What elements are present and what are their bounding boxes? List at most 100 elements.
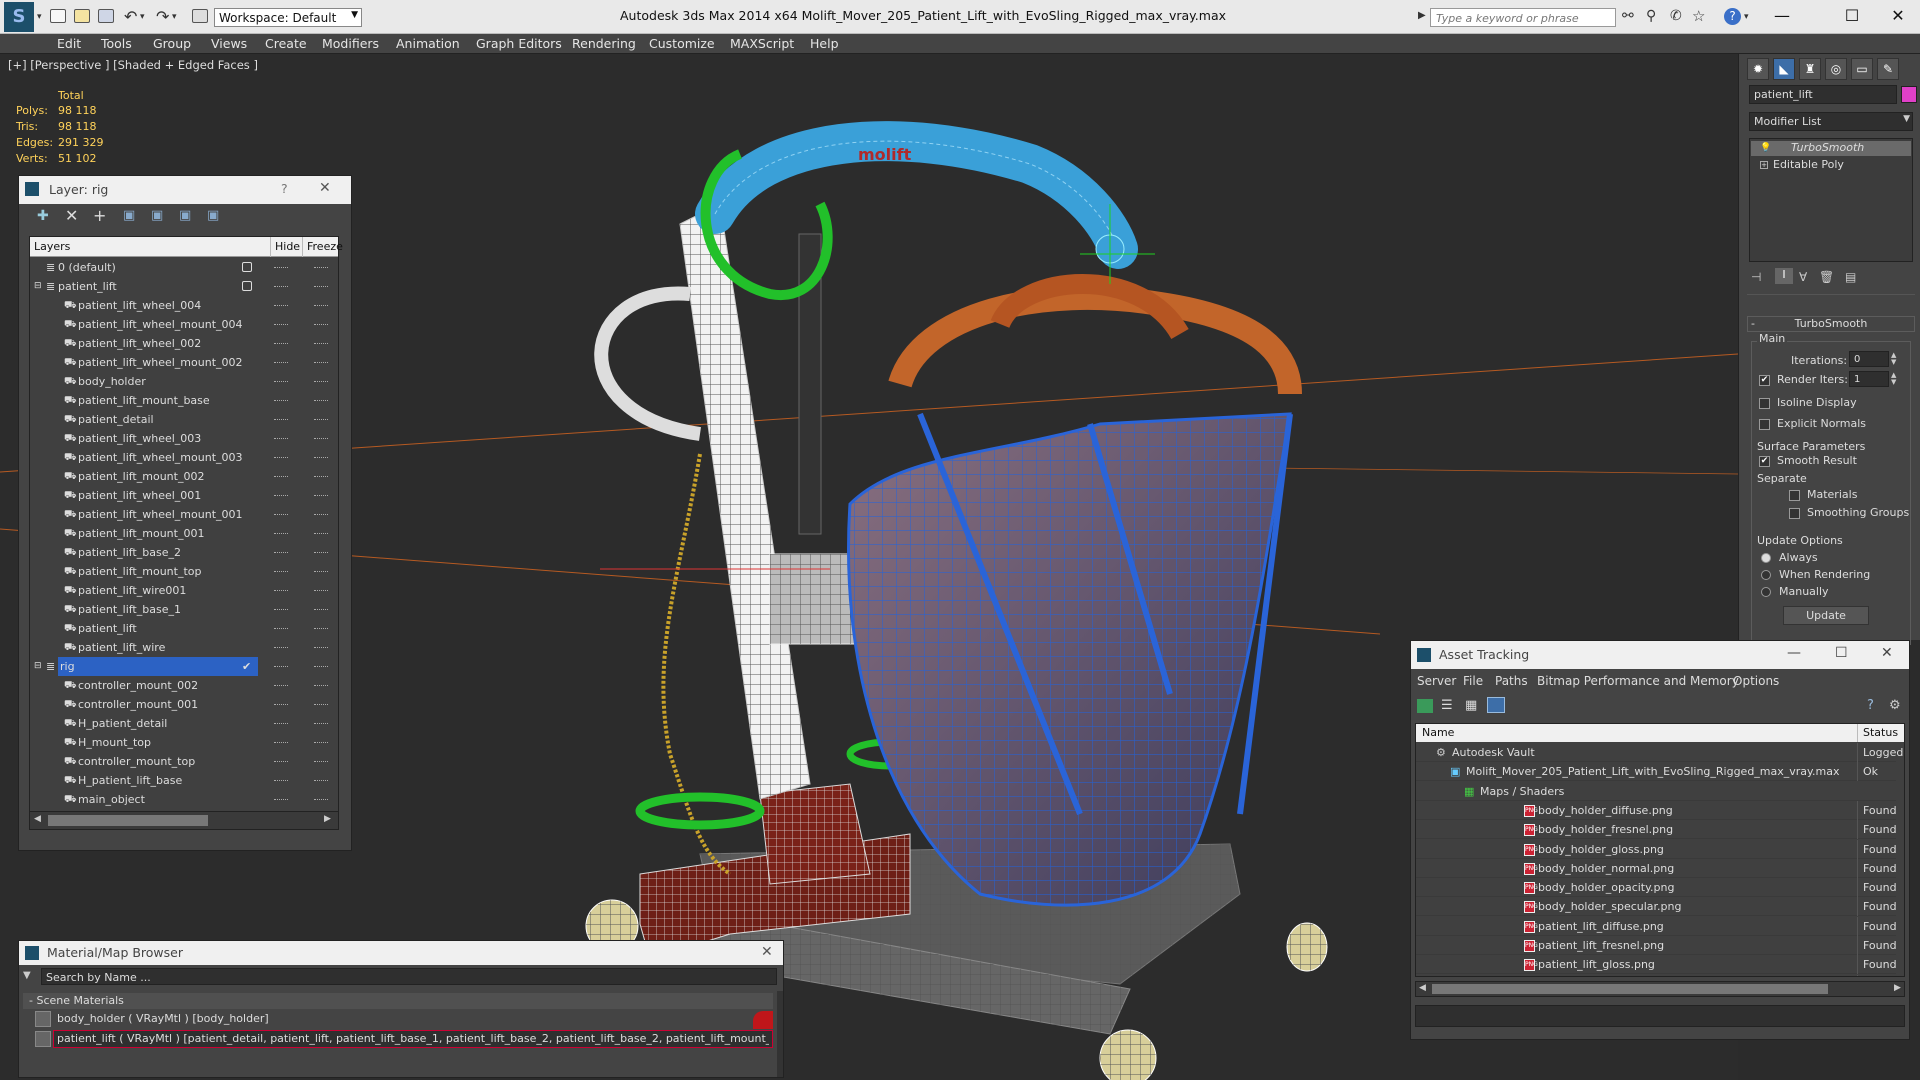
highlight-layer-icon[interactable]: ▣ [151,208,163,223]
hide-all-layers-icon[interactable]: ▣ [179,208,191,223]
help-icon[interactable]: ? [1724,8,1741,25]
layer-row[interactable]: ⛟ patient_lift_wheel_003 [30,429,338,448]
hide-toggle[interactable] [274,286,288,287]
render-iters-spinner[interactable]: 1 [1849,371,1889,387]
spinner-arrows-icon[interactable]: ▲ ▼ [1891,372,1896,386]
menu-group[interactable]: Group [153,34,191,54]
col-freeze[interactable]: Freeze [302,237,343,257]
layer-row[interactable]: ⛟ patient_lift_base_1 [30,600,338,619]
hide-toggle[interactable] [274,343,288,344]
layer-row[interactable]: ⊟ ≣ patient_lift [30,277,338,296]
layer-row-label[interactable]: patient_lift_wheel_mount_002 [78,353,243,372]
freeze-toggle[interactable] [314,419,328,420]
asset-menu-server[interactable]: Server [1417,674,1456,688]
col-name[interactable]: Name [1422,724,1454,742]
hide-toggle[interactable] [274,723,288,724]
asset-menu-file[interactable]: File [1463,674,1483,688]
layer-row[interactable]: ⛟ patient_detail [30,410,338,429]
menu-modifiers[interactable]: Modifiers [322,34,379,54]
manually-radio[interactable] [1761,587,1771,597]
menu-help[interactable]: Help [810,34,839,54]
freeze-toggle[interactable] [314,400,328,401]
layer-row-label[interactable]: controller_mount_001 [78,695,198,714]
create-tab-icon[interactable]: ✹ [1747,58,1769,80]
hide-toggle[interactable] [274,476,288,477]
menu-rendering[interactable]: Rendering [572,34,636,54]
layer-row-label[interactable]: H_patient_lift_base [78,771,182,790]
current-layer-box[interactable] [242,262,252,272]
update-button[interactable]: Update [1783,606,1869,625]
layer-dialog-title-bar[interactable]: Layer: rig ? ✕ [19,176,351,204]
hide-toggle[interactable] [274,628,288,629]
horizontal-scrollbar[interactable]: ◀ ▶ [30,811,338,829]
freeze-toggle[interactable] [314,647,328,648]
layer-row[interactable]: ⛟ patient_lift_mount_top [30,562,338,581]
freeze-toggle[interactable] [314,628,328,629]
asset-row[interactable]: PNG body_holder_specular.png Found [1416,897,1897,917]
make-unique-icon[interactable]: ∀ [1799,270,1807,284]
asset-tracking-title-bar[interactable]: Asset Tracking — ☐ ✕ [1411,641,1909,669]
bulb-icon[interactable]: 💡 [1760,143,1771,153]
layer-row-label[interactable]: patient_lift_mount_002 [78,467,204,486]
hide-toggle[interactable] [274,799,288,800]
layer-row-label[interactable]: main_object [78,790,145,809]
smoothing-groups-checkbox[interactable] [1789,508,1800,519]
freeze-toggle[interactable] [314,723,328,724]
asset-row[interactable]: PNG patient_lift_gloss.png Found [1416,955,1897,975]
layer-row-label[interactable]: controller_mount_top [78,752,195,771]
isoline-checkbox[interactable] [1759,398,1770,409]
minimize-icon[interactable]: — [1787,645,1801,661]
asset-row[interactable]: ▣ Molift_Mover_205_Patient_Lift_with_EvoS… [1416,762,1896,782]
asset-row[interactable]: PNG patient_lift_diffuse.png Found [1416,916,1897,936]
menu-create[interactable]: Create [265,34,307,54]
asset-row[interactable]: PNG body_holder_gloss.png Found [1416,839,1897,859]
layer-row-label[interactable]: patient_lift_mount_top [78,562,201,581]
settings-icon[interactable]: ⚙ [1889,698,1901,713]
freeze-toggle[interactable] [314,362,328,363]
asset-row[interactable]: PNG patient_lift_fresnel.png Found [1416,936,1897,955]
layer-row-label[interactable]: patient_lift_mount_base [78,391,210,410]
hide-toggle[interactable] [274,609,288,610]
menu-graph-editors[interactable]: Graph Editors [476,34,562,54]
delete-layer-icon[interactable]: ✕ [65,206,78,225]
freeze-toggle[interactable] [314,590,328,591]
asset-row[interactable]: ⚙ Autodesk Vault Logged O [1416,743,1904,762]
hide-toggle[interactable] [274,362,288,363]
hide-toggle[interactable] [274,495,288,496]
material-item-patient-lift[interactable]: patient_lift ( VRayMtl ) [patient_detail… [57,1032,769,1045]
redo-dropdown-icon[interactable]: ▾ [172,12,177,22]
layer-row-label[interactable]: patient_lift_wheel_003 [78,429,201,448]
asset-row[interactable]: PNG body_holder_fresnel.png Found [1416,820,1897,840]
undo-icon[interactable]: ↶ [124,7,137,26]
layer-row-label[interactable]: patient_lift_mount_001 [78,524,204,543]
hide-toggle[interactable] [274,438,288,439]
close-icon[interactable]: ✕ [761,944,773,960]
refresh-icon[interactable] [1417,699,1433,713]
maximize-icon[interactable]: ☐ [1832,4,1872,28]
new-file-icon[interactable] [50,9,66,23]
layer-row[interactable]: ≣ 0 (default) [30,258,338,277]
layer-row[interactable]: ⛟ patient_lift_base_2 [30,543,338,562]
menu-animation[interactable]: Animation [396,34,460,54]
freeze-toggle[interactable] [314,514,328,515]
always-radio[interactable] [1761,553,1771,563]
search-input[interactable]: Type a keyword or phrase [1430,8,1616,27]
workspace-select[interactable]: Workspace: Default ▼ [214,8,362,27]
hide-toggle[interactable] [274,324,288,325]
add-selected-icon[interactable]: + [93,206,106,225]
layer-row[interactable]: ⛟ H_mount_top [30,733,338,752]
hide-toggle[interactable] [274,533,288,534]
help-dropdown-icon[interactable]: ▾ [1744,12,1749,22]
materials-checkbox[interactable] [1789,490,1800,501]
layer-row[interactable]: ⛟ patient_lift_mount_002 [30,467,338,486]
freeze-toggle[interactable] [314,533,328,534]
layer-row[interactable]: ⛟ patient_lift_wheel_mount_004 [30,315,338,334]
asset-row[interactable]: PNG body_holder_diffuse.png Found [1416,800,1897,820]
help-icon[interactable]: ? [281,181,288,196]
menu-views[interactable]: Views [211,34,247,54]
hide-toggle[interactable] [274,267,288,268]
freeze-toggle[interactable] [314,286,328,287]
hierarchy-tab-icon[interactable]: ♜ [1799,58,1821,80]
freeze-toggle[interactable] [314,704,328,705]
subscription-icon[interactable]: ⚲ [1646,8,1656,24]
